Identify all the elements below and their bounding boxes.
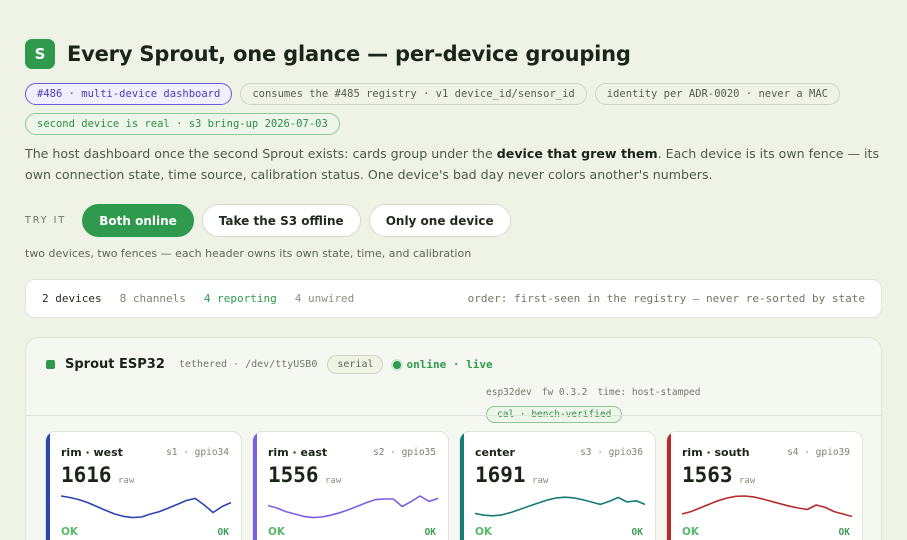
sensor-cards: rim · west s1 · gpio34 1616 raw OK OK ri… (45, 431, 863, 540)
firmware-version: fw 0.3.2 (541, 387, 588, 398)
sensor-pin: s3 · gpio36 (580, 447, 643, 458)
card-accent-bar (253, 432, 257, 540)
device-status-square-icon (46, 360, 55, 369)
sensor-card[interactable]: rim · west s1 · gpio34 1616 raw OK OK (45, 431, 242, 540)
sparkline-path (682, 495, 852, 518)
sensor-sparkline (475, 496, 645, 517)
sensor-status: OK (268, 526, 286, 538)
unwired-count: 4 unwired (294, 292, 355, 305)
device-name: Sprout ESP32 (65, 357, 165, 372)
take-s3-offline-button[interactable]: Take the S3 offline (201, 204, 361, 237)
page-header: S Every Sprout, one glance — per-device … (25, 39, 631, 69)
device-group: Sprout ESP32 tethered · /dev/ttyUSB0 ser… (25, 337, 882, 540)
tag-badge: consumes the #485 registry · v1 device_i… (240, 83, 587, 105)
summary-status-bar: 2 devices 8 channels 4 reporting 4 unwir… (25, 279, 882, 318)
card-accent-bar (667, 432, 671, 540)
ordering-note: order: first-seen in the registry — neve… (467, 292, 865, 305)
sensor-card[interactable]: rim · south s4 · gpio39 1563 raw OK OK (666, 431, 863, 540)
try-it-label: TRY IT (25, 215, 67, 226)
time-source: time: host-stamped (597, 387, 701, 398)
both-online-button[interactable]: Both online (82, 204, 194, 237)
card-accent-bar (460, 432, 464, 540)
device-header: Sprout ESP32 tethered · /dev/ttyUSB0 ser… (46, 355, 493, 374)
sensor-unit: raw (118, 476, 135, 486)
device-online-status: online · live (393, 358, 493, 371)
sensor-name: rim · south (682, 446, 750, 459)
online-dot-icon (393, 360, 402, 369)
sensor-unit: raw (739, 476, 756, 486)
sensor-value: 1616 (61, 463, 112, 487)
devices-count: 2 devices (42, 292, 102, 305)
scenario-note: two devices, two fences — each header ow… (25, 247, 472, 260)
only-one-device-button[interactable]: Only one device (368, 204, 511, 237)
sparkline-path (268, 495, 438, 519)
sensor-unit: raw (532, 476, 549, 486)
sensor-pin: s1 · gpio34 (166, 447, 229, 458)
sparkline-path (475, 496, 645, 517)
device-meta: esp32dev fw 0.3.2 time: host-stamped (486, 387, 700, 398)
tag-badge: #486 · multi-device dashboard (25, 83, 233, 105)
tag-row: #486 · multi-device dashboard consumes t… (25, 83, 885, 135)
sensor-sparkline (61, 495, 231, 519)
sensor-name: rim · east (268, 446, 328, 459)
tag-badge: identity per ADR-0020 · never a MAC (594, 83, 840, 105)
sensor-value: 1563 (682, 463, 733, 487)
try-it-controls: TRY IT Both online Take the S3 offline O… (25, 204, 511, 237)
sensor-status-secondary: OK (217, 527, 229, 538)
connection-badge: serial (327, 355, 384, 374)
reporting-count: 4 reporting (203, 292, 277, 305)
description-text: The host dashboard once the second Sprou… (25, 146, 497, 161)
sensor-value: 1556 (268, 463, 319, 487)
sensor-status-secondary: OK (631, 527, 643, 538)
page-description: The host dashboard once the second Sprou… (25, 144, 885, 185)
sensor-card[interactable]: rim · east s2 · gpio35 1556 raw OK OK (252, 431, 449, 540)
sensor-status: OK (475, 526, 493, 538)
description-emphasis: device that grew them (496, 146, 658, 161)
sensor-sparkline (268, 495, 438, 519)
online-status-text: online · live (406, 358, 493, 371)
sensor-status-secondary: OK (838, 527, 850, 538)
sensor-card[interactable]: center s3 · gpio36 1691 raw OK OK (459, 431, 656, 540)
sensor-sparkline (682, 495, 852, 518)
sparkline-path (61, 495, 231, 519)
sprout-logo-icon: S (25, 39, 55, 69)
board-name: esp32dev (486, 387, 532, 398)
channels-count: 8 channels (119, 292, 186, 305)
card-accent-bar (46, 432, 50, 540)
sensor-pin: s4 · gpio39 (787, 447, 850, 458)
sensor-status: OK (682, 526, 700, 538)
device-path: tethered · /dev/ttyUSB0 (178, 359, 318, 370)
sensor-pin: s2 · gpio35 (373, 447, 436, 458)
sensor-name: center (475, 446, 515, 459)
sensor-status-secondary: OK (424, 527, 436, 538)
sensor-unit: raw (325, 476, 342, 486)
device-divider (26, 415, 881, 416)
page-title: Every Sprout, one glance — per-device gr… (67, 42, 631, 66)
sensor-status: OK (61, 526, 79, 538)
tag-badge: second device is real · s3 bring-up 2026… (25, 113, 340, 135)
sensor-value: 1691 (475, 463, 526, 487)
sensor-name: rim · west (61, 446, 123, 459)
